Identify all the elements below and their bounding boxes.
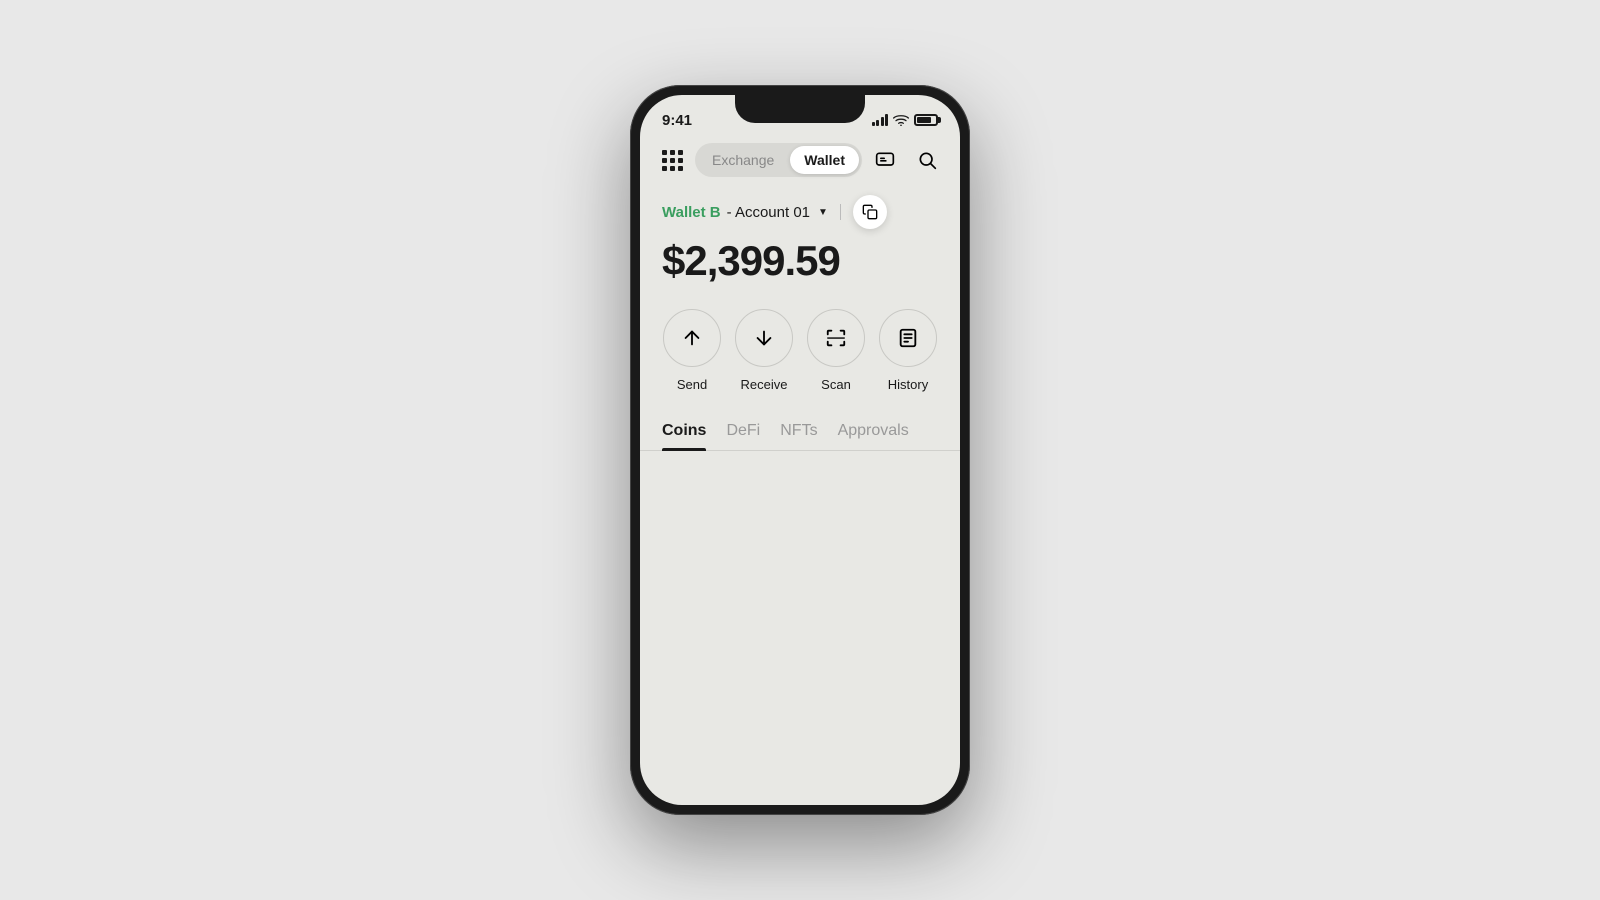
receive-label: Receive xyxy=(741,377,788,392)
search-button[interactable] xyxy=(910,143,944,177)
messages-button[interactable] xyxy=(868,143,902,177)
status-icons xyxy=(872,114,939,126)
battery-icon xyxy=(914,114,938,126)
phone-frame: 9:41 xyxy=(630,85,970,815)
signal-icon xyxy=(872,114,889,126)
account-row: Wallet B - Account 01 ▼ xyxy=(640,185,960,233)
phone-screen: 9:41 xyxy=(640,95,960,805)
scan-action[interactable]: Scan xyxy=(807,309,865,392)
balance-display: $2,399.59 xyxy=(640,233,960,301)
receive-button[interactable] xyxy=(735,309,793,367)
wallet-name: Wallet B xyxy=(662,204,721,221)
wifi-icon xyxy=(893,114,909,126)
top-nav: Exchange Wallet xyxy=(640,139,960,185)
exchange-tab[interactable]: Exchange xyxy=(698,146,788,174)
scan-button[interactable] xyxy=(807,309,865,367)
tab-coins[interactable]: Coins xyxy=(662,412,706,450)
history-action[interactable]: History xyxy=(879,309,937,392)
scan-label: Scan xyxy=(821,377,851,392)
actions-row: Send Receive xyxy=(640,301,960,412)
tab-approvals[interactable]: Approvals xyxy=(838,412,909,450)
status-time: 9:41 xyxy=(662,112,692,129)
copy-address-button[interactable] xyxy=(853,195,887,229)
content-tabs: Coins DeFi NFTs Approvals xyxy=(640,412,960,451)
account-label: - Account 01 xyxy=(727,204,810,221)
send-button[interactable] xyxy=(663,309,721,367)
tab-defi[interactable]: DeFi xyxy=(726,412,760,450)
send-label: Send xyxy=(677,377,707,392)
nav-icons xyxy=(868,143,944,177)
history-label: History xyxy=(888,377,928,392)
phone-notch xyxy=(735,95,865,123)
send-action[interactable]: Send xyxy=(663,309,721,392)
separator xyxy=(840,204,841,220)
history-button[interactable] xyxy=(879,309,937,367)
apps-icon[interactable] xyxy=(656,144,689,177)
tab-nfts[interactable]: NFTs xyxy=(780,412,817,450)
receive-action[interactable]: Receive xyxy=(735,309,793,392)
wallet-tab[interactable]: Wallet xyxy=(790,146,859,174)
dropdown-arrow-icon[interactable]: ▼ xyxy=(818,207,828,218)
tab-switcher: Exchange Wallet xyxy=(695,143,862,177)
